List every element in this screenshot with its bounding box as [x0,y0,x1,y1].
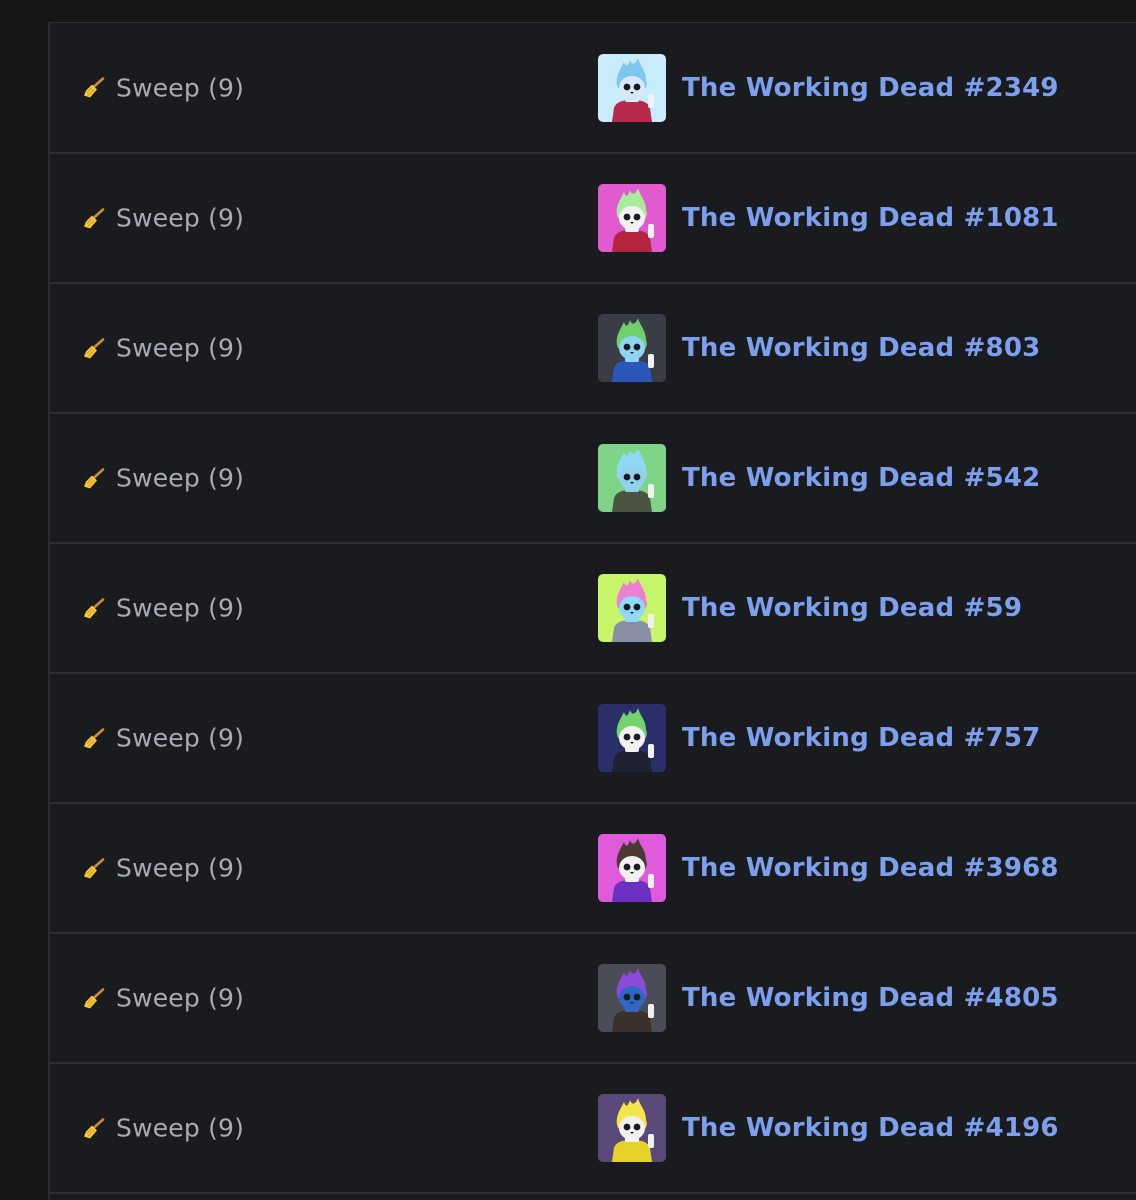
event-label: Sweep (9) [116,723,245,753]
item-thumbnail[interactable] [598,444,666,512]
item-name-link[interactable]: The Working Dead #4196 [682,1113,1059,1143]
event-type: Sweep (9) [82,73,244,102]
event-type: Sweep (9) [82,1114,244,1143]
broom-icon [82,856,106,880]
item-thumbnail[interactable] [598,704,666,772]
event-label: Sweep (9) [116,73,245,102]
item-thumbnail[interactable] [598,184,666,252]
item-link[interactable]: The Working Dead #2349 [598,53,1059,122]
item-link[interactable]: The Working Dead #4805 [598,964,1059,1032]
item-link[interactable]: The Working Dead #3968 [598,834,1059,902]
event-label: Sweep (9) [116,333,245,363]
broom-icon [82,596,106,620]
item-thumbnail[interactable] [598,834,666,902]
item-name-link[interactable]: The Working Dead #1081 [682,203,1059,233]
event-label: Sweep (9) [116,853,245,883]
item-thumbnail[interactable] [598,314,666,382]
event-label: Sweep (9) [116,203,245,233]
broom-icon [82,336,106,360]
event-type: Sweep (9) [82,334,244,363]
table-row: Sweep (9) The Working Dead #757 [50,674,1136,804]
activity-page: Sweep (9) The Working Dead #2349 Sweep (9)… [0,0,1136,1200]
broom-icon [82,76,106,100]
table-row: Sweep (9) The Working Dead #3968 [50,804,1136,934]
table-row: Sweep (9) The Working Dead #4196 [50,1064,1136,1194]
event-type: Sweep (9) [82,724,244,753]
item-name-link[interactable]: The Working Dead #59 [682,593,1022,623]
broom-icon [82,466,106,490]
item-thumbnail[interactable] [598,964,666,1032]
table-row: Sweep (9) The Working Dead #4805 [50,934,1136,1064]
item-link[interactable]: The Working Dead #542 [598,444,1040,512]
item-link[interactable]: The Working Dead #59 [598,574,1022,642]
item-thumbnail[interactable] [598,53,666,122]
item-link[interactable]: The Working Dead #757 [598,704,1040,772]
activity-table: Sweep (9) The Working Dead #2349 Sweep (9)… [48,22,1136,1200]
event-type: Sweep (9) [82,594,244,623]
broom-icon [82,206,106,230]
event-label: Sweep (9) [116,1113,245,1143]
item-name-link[interactable]: The Working Dead #803 [682,333,1040,363]
event-type: Sweep (9) [82,464,244,493]
event-type: Sweep (9) [82,984,244,1013]
broom-icon [82,1116,106,1140]
table-row: Sweep (9) The Working Dead #2349 [50,23,1136,154]
item-name-link[interactable]: The Working Dead #2349 [682,73,1059,103]
item-thumbnail[interactable] [598,1094,666,1162]
table-row: Sweep (9) The Working Dead #542 [50,414,1136,544]
item-name-link[interactable]: The Working Dead #542 [682,463,1040,493]
item-name-link[interactable]: The Working Dead #3968 [682,853,1059,883]
broom-icon [82,986,106,1010]
item-link[interactable]: The Working Dead #803 [598,314,1040,382]
item-link[interactable]: The Working Dead #1081 [598,184,1059,252]
table-row: Sweep (9) The Working Dead #59 [50,544,1136,674]
event-label: Sweep (9) [116,983,245,1013]
broom-icon [82,726,106,750]
event-label: Sweep (9) [116,463,245,493]
event-label: Sweep (9) [116,593,245,623]
event-type: Sweep (9) [82,854,244,883]
table-row: Sweep (9) The Working Dead #803 [50,284,1136,414]
item-link[interactable]: The Working Dead #4196 [598,1094,1059,1162]
event-type: Sweep (9) [82,204,244,233]
item-name-link[interactable]: The Working Dead #757 [682,723,1040,753]
item-name-link[interactable]: The Working Dead #4805 [682,983,1059,1013]
table-row: Sweep (9) The Working Dead #1081 [50,154,1136,284]
item-thumbnail[interactable] [598,574,666,642]
